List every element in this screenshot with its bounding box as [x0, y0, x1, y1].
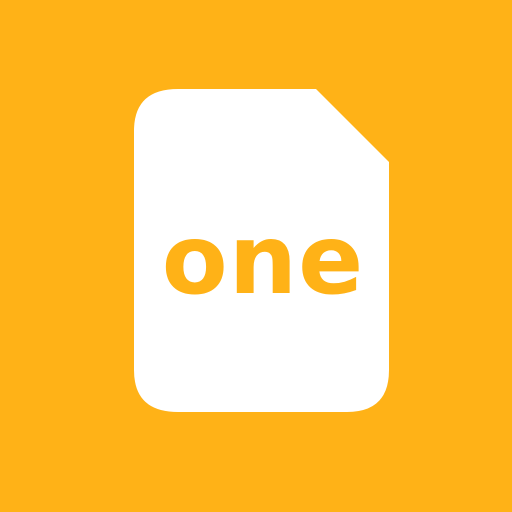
wordmark-text: one [161, 204, 365, 316]
app-icon: one [0, 0, 512, 512]
